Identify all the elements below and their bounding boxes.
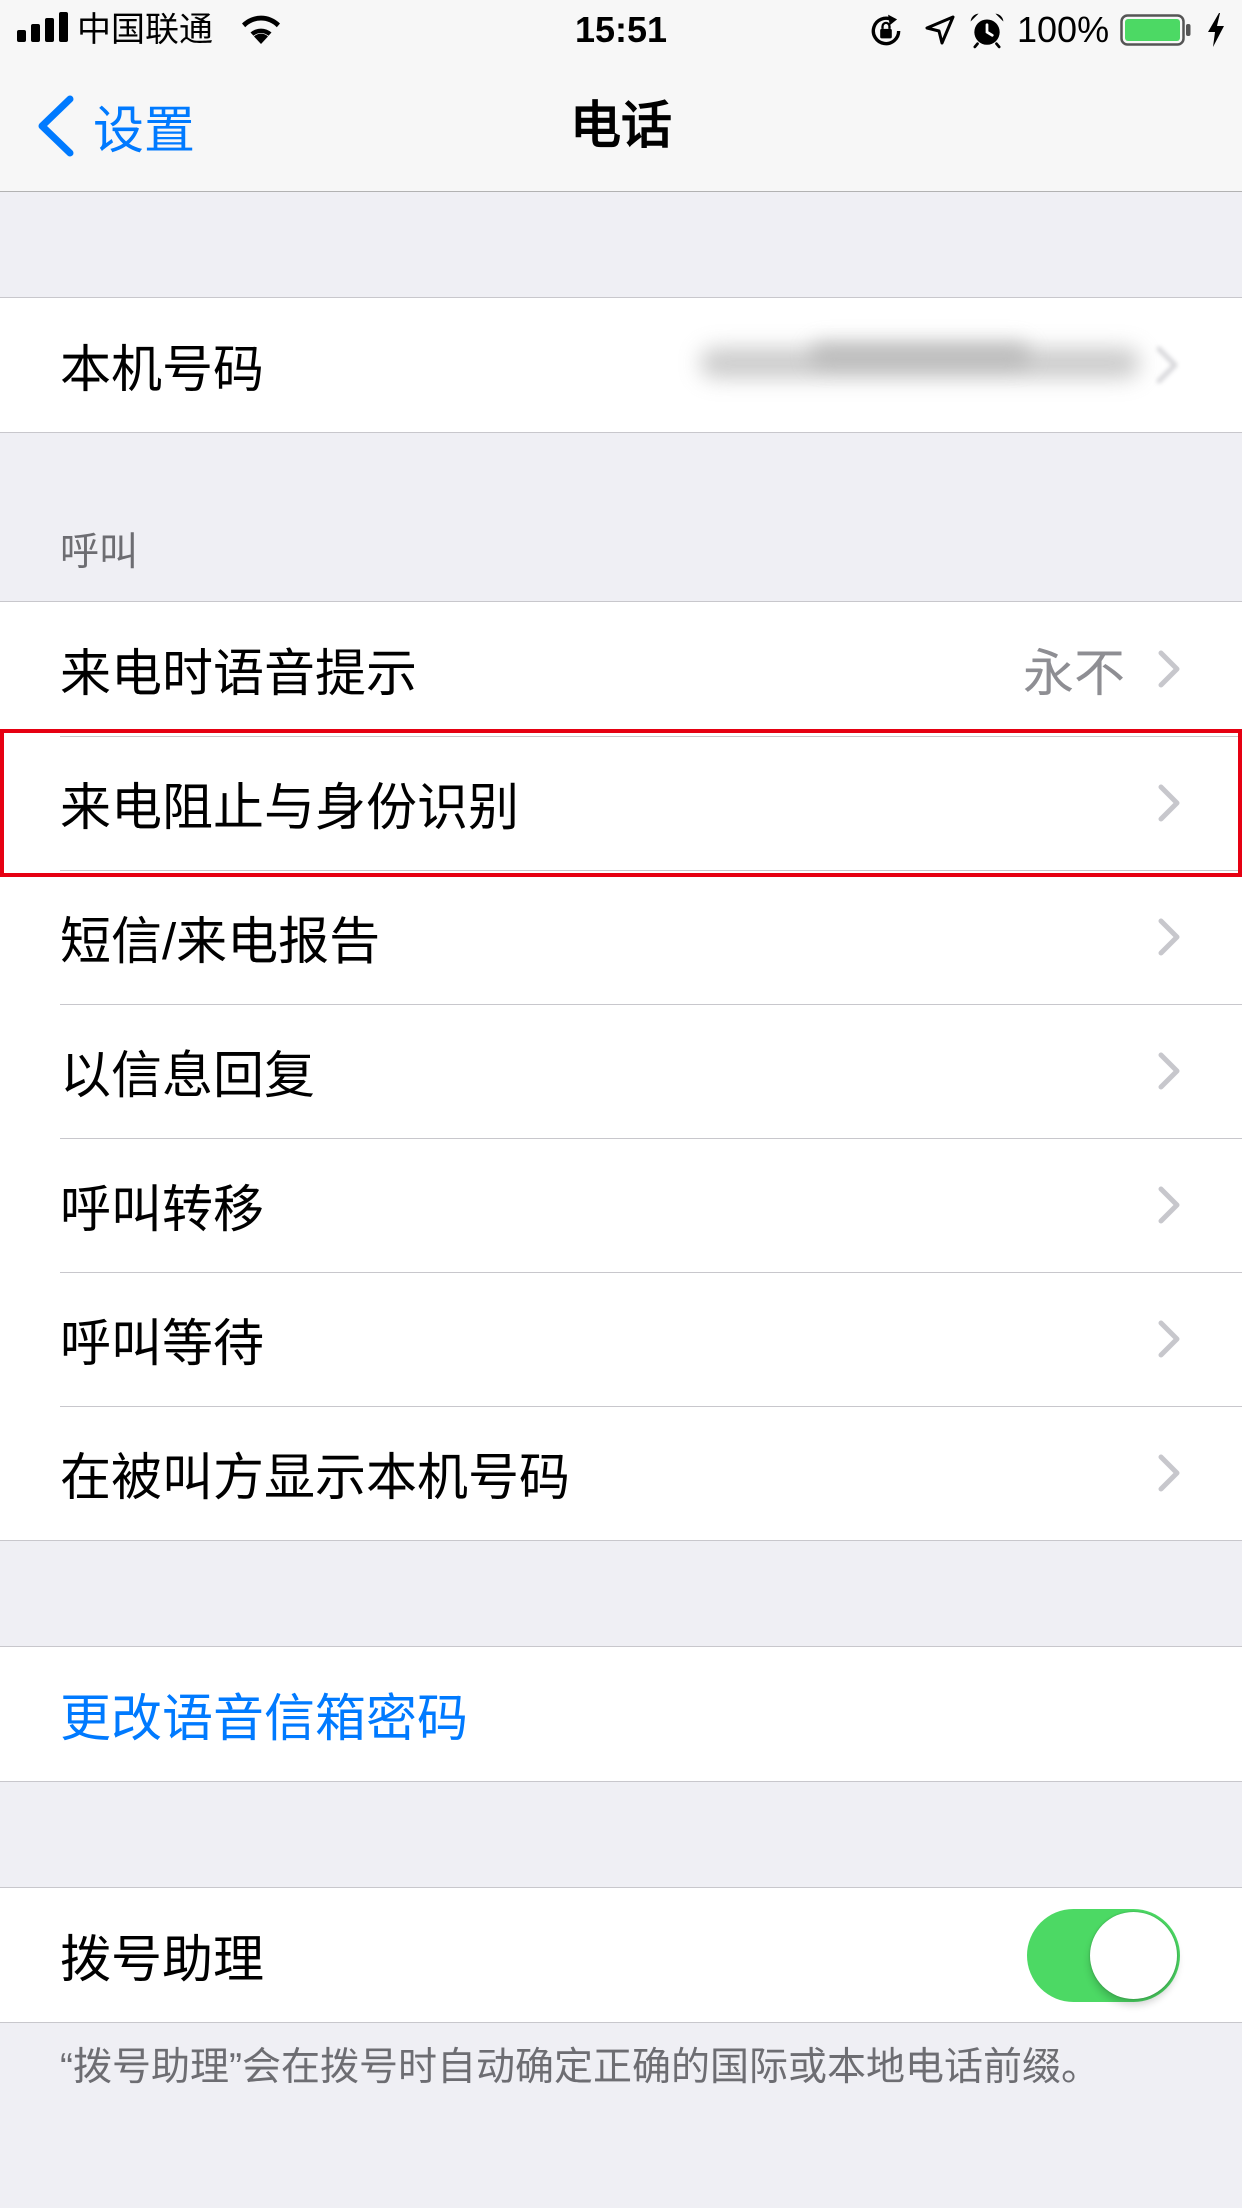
status-time: 15:51 <box>574 9 668 50</box>
chevron-right-icon <box>1158 784 1180 822</box>
chevron-right-icon <box>1158 650 1180 688</box>
battery-icon <box>1120 14 1191 46</box>
alarm-icon <box>970 13 1004 49</box>
navigation-bar: 设置 电话 <box>0 60 1242 192</box>
row-label: 更改语音信箱密码 <box>60 1690 469 1747</box>
status-bar: 中国联通 15:51 100% <box>0 0 1242 60</box>
battery-percentage: 100% <box>1017 9 1110 50</box>
row-label: 来电阻止与身份识别 <box>60 779 520 836</box>
chevron-right-icon <box>1158 1320 1180 1358</box>
respond-with-text-row[interactable]: 以信息回复 <box>0 1004 1242 1138</box>
switch-knob <box>1090 1911 1177 1999</box>
my-number-row[interactable]: 本机号码 <box>0 298 1242 432</box>
call-waiting-row[interactable]: 呼叫等待 <box>0 1272 1242 1406</box>
rotation-lock-icon <box>871 14 901 46</box>
dial-assist-switch[interactable] <box>1027 1908 1180 2002</box>
back-chevron-icon <box>38 95 74 156</box>
battery-fill <box>1125 19 1180 41</box>
dial-assist-footer: “拨号助理”会在拨号时自动确定正确的国际或本地电话前缀。 <box>60 2046 1100 2089</box>
back-button-label: 设置 <box>93 101 196 159</box>
phone-settings-screen: 中国联通 15:51 100% 设置 电话 本机号码 呼叫 来电时语音提示 永不… <box>0 0 1242 2208</box>
row-label: 以信息回复 <box>60 1047 316 1104</box>
row-label: 在被叫方显示本机号码 <box>60 1449 571 1506</box>
wifi-icon <box>242 15 280 44</box>
dial-assist-group: 拨号助理 <box>0 1887 1242 2023</box>
calls-group: 来电时语音提示 永不 来电阻止与身份识别 短信/来电报告 以信息回复 呼叫转移 … <box>0 601 1242 1541</box>
voicemail-group: 更改语音信箱密码 <box>0 1646 1242 1782</box>
dial-assist-row: 拨号助理 <box>0 1888 1242 2022</box>
chevron-right-icon <box>1158 1454 1180 1492</box>
my-number-group: 本机号码 <box>0 297 1242 433</box>
page-title: 电话 <box>569 97 673 154</box>
chevron-right-icon <box>1158 1186 1180 1224</box>
row-label: 本机号码 <box>60 341 265 398</box>
sms-call-reporting-row[interactable]: 短信/来电报告 <box>0 870 1242 1004</box>
row-label: 短信/来电报告 <box>60 913 381 970</box>
charging-bolt-icon <box>1208 13 1224 47</box>
row-detail-value: 永不 <box>1022 645 1125 702</box>
carrier-name: 中国联通 <box>77 11 213 49</box>
section-header-calls: 呼叫 <box>60 531 139 574</box>
change-voicemail-password-button[interactable]: 更改语音信箱密码 <box>0 1647 1242 1781</box>
announce-calls-row[interactable]: 来电时语音提示 永不 <box>0 602 1242 736</box>
location-arrow-icon <box>925 15 955 45</box>
chevron-right-icon <box>1158 1052 1180 1090</box>
row-label: 来电时语音提示 <box>60 645 418 702</box>
chevron-right-icon <box>1158 918 1180 956</box>
call-forwarding-row[interactable]: 呼叫转移 <box>0 1138 1242 1272</box>
row-label: 拨号助理 <box>60 1931 265 1988</box>
show-caller-id-row[interactable]: 在被叫方显示本机号码 <box>0 1406 1242 1540</box>
signal-bars-icon <box>17 12 68 42</box>
row-label: 呼叫转移 <box>60 1181 265 1238</box>
back-button[interactable]: 设置 <box>36 60 195 191</box>
row-label: 呼叫等待 <box>60 1315 265 1372</box>
call-blocking-row[interactable]: 来电阻止与身份识别 <box>0 736 1242 870</box>
